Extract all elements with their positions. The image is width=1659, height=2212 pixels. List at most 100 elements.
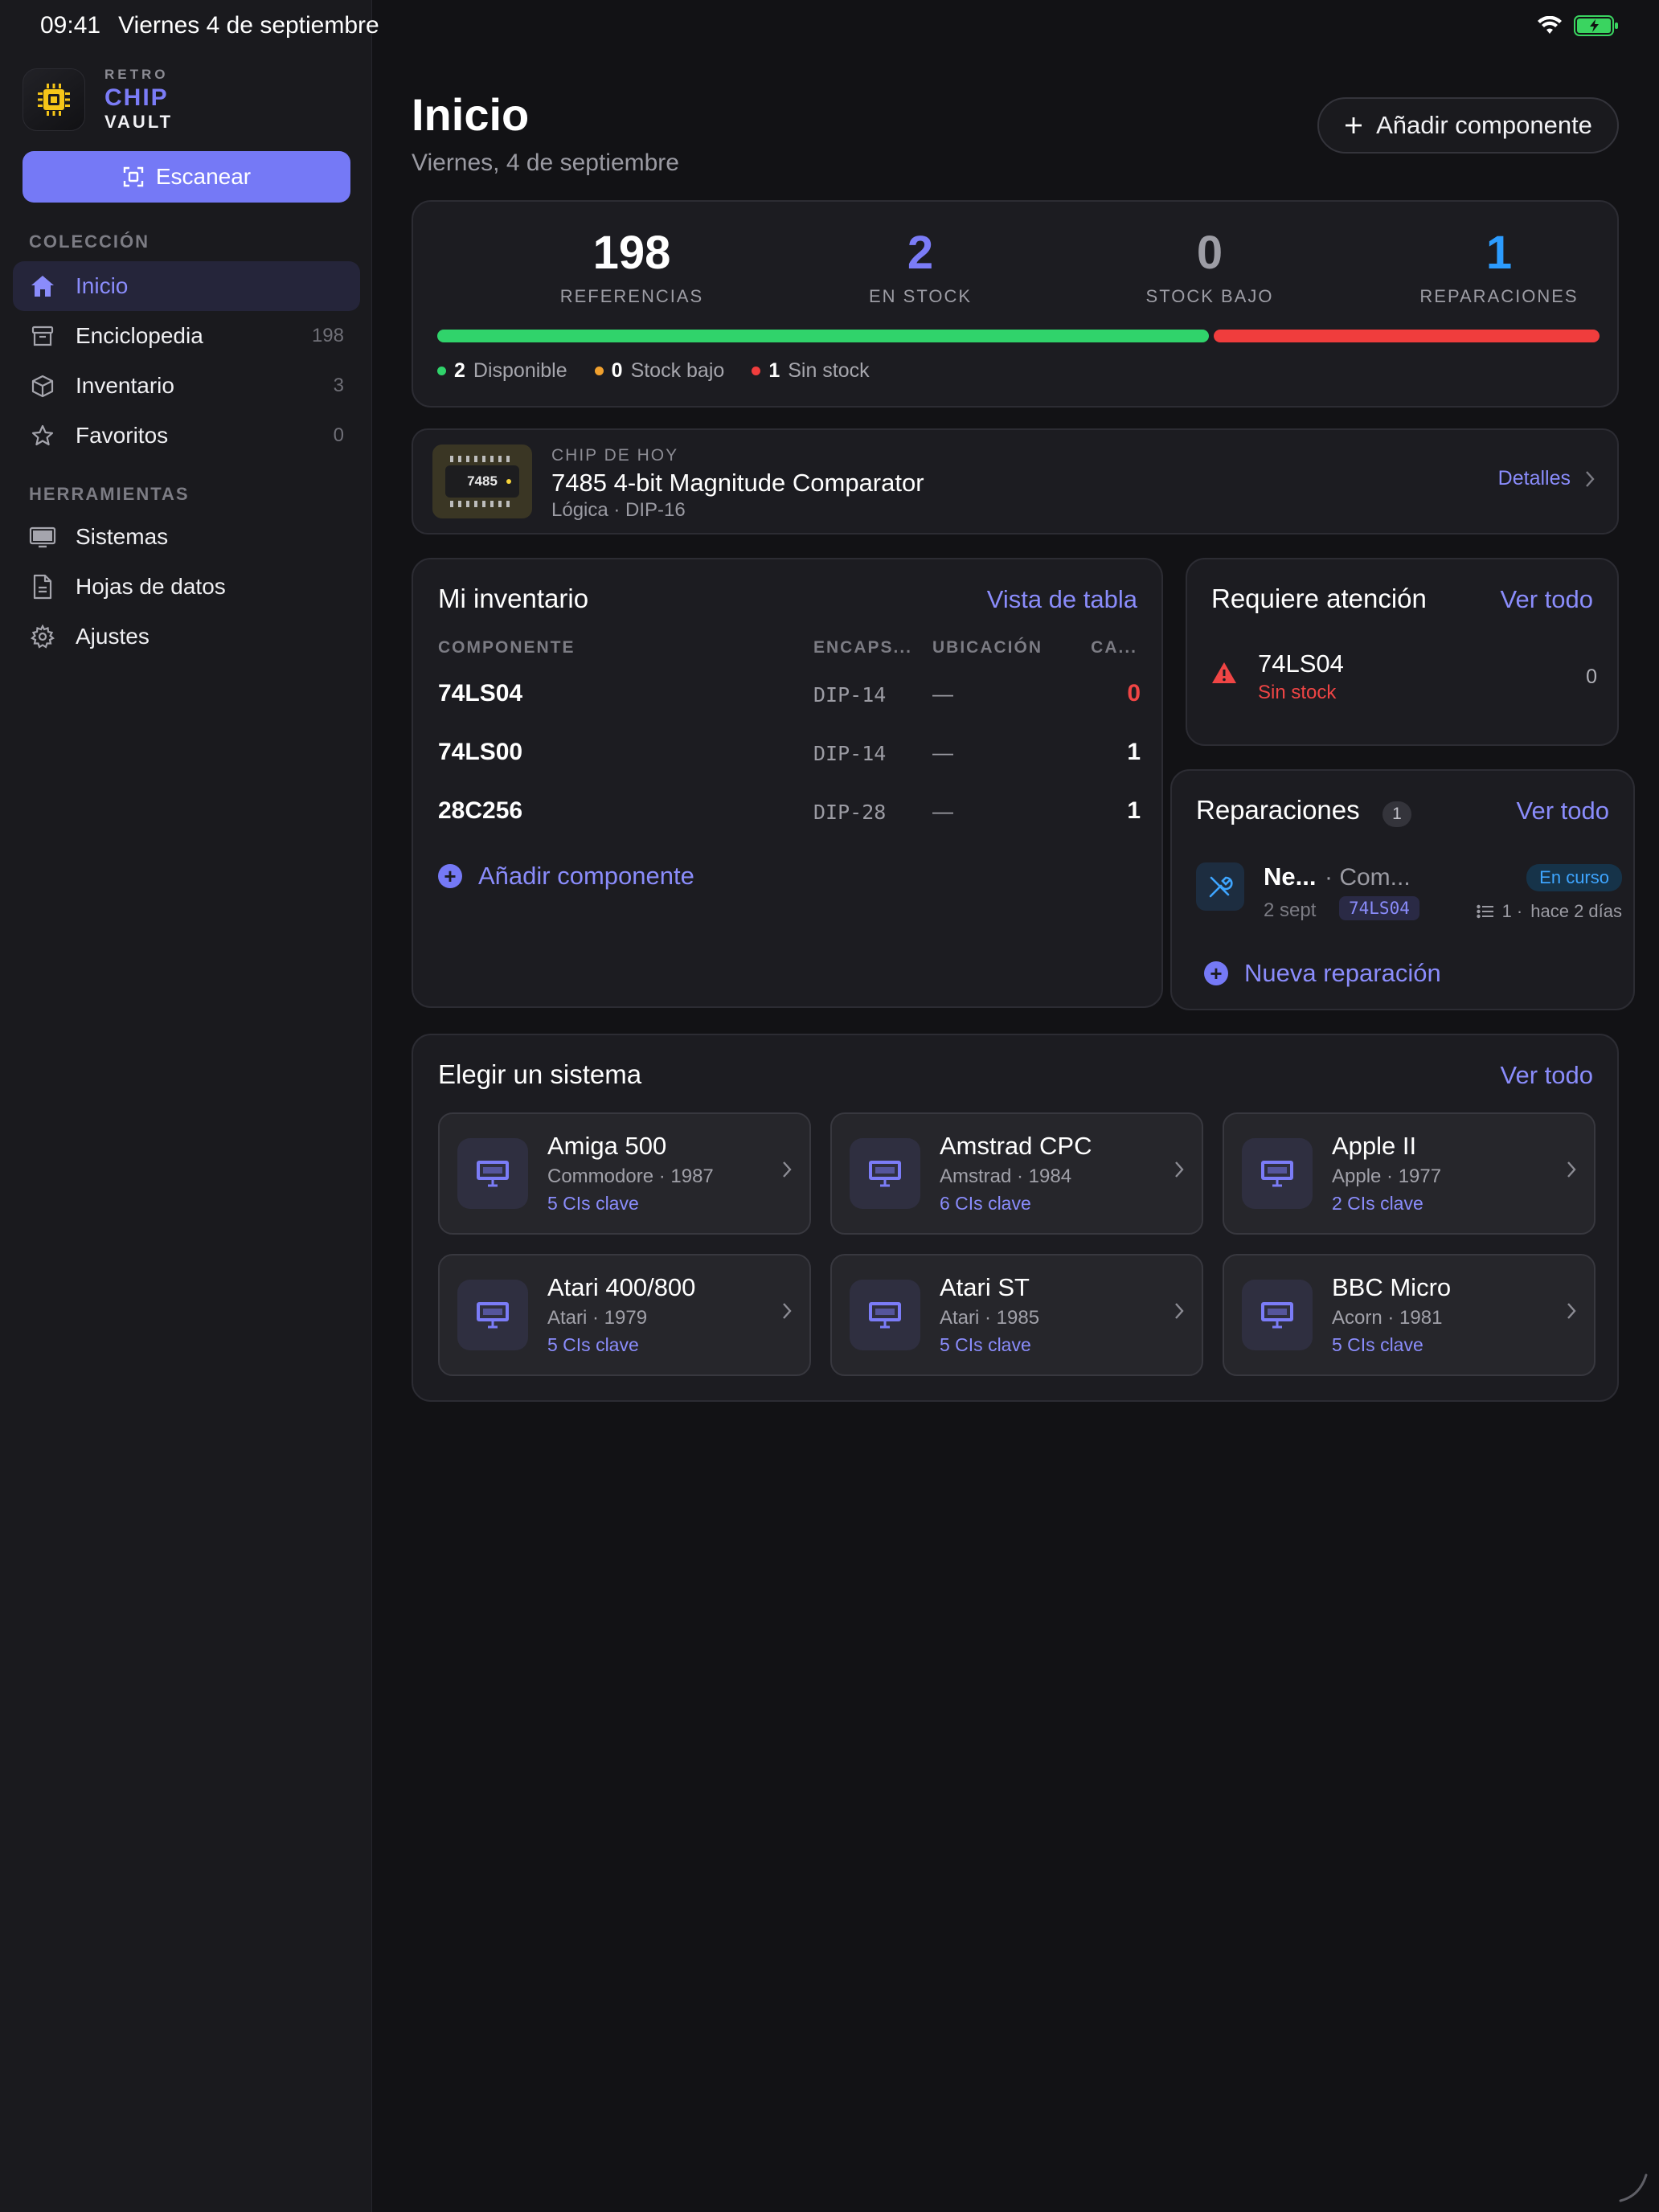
status-bar: 09:41 Viernes 4 de septiembre — [0, 0, 1659, 51]
legend-value: 1 — [768, 359, 780, 382]
add-component-button[interactable]: Añadir componente — [1317, 97, 1619, 154]
chip-of-day-title: 7485 4-bit Magnitude Comparator — [551, 469, 924, 497]
new-repair-link[interactable]: + Nueva reparación — [1204, 959, 1441, 988]
sidebar-item-favoritos[interactable]: Favoritos 0 — [13, 411, 360, 461]
table-view-link[interactable]: Vista de tabla — [987, 585, 1137, 614]
warning-icon — [1212, 662, 1236, 683]
system-key-chips: 2 CIs clave — [1332, 1193, 1423, 1214]
repairs-count-badge: 1 — [1382, 801, 1411, 827]
component-package: DIP-14 — [813, 742, 887, 765]
brand[interactable]: RETRO CHIP VAULT — [23, 68, 173, 131]
system-key-chips: 5 CIs clave — [940, 1334, 1031, 1355]
sidebar-item-label: Inicio — [76, 273, 129, 298]
stock-bar-available — [437, 330, 1209, 342]
column-header-location[interactable]: UBICACIÓN — [932, 638, 1043, 657]
system-maker: Amstrad · 1984 — [940, 1165, 1072, 1187]
list-icon — [1476, 904, 1493, 919]
repairs-card: Reparaciones 1 Ver todo Ne... · Com... 2… — [1170, 769, 1635, 1010]
plus-circle-icon: + — [438, 864, 462, 888]
system-name: Apple II — [1332, 1132, 1417, 1160]
repair-status-badge: En curso — [1526, 864, 1622, 891]
stat-references[interactable]: 198 REFERENCIAS — [487, 226, 776, 307]
status-date: Viernes 4 de septiembre — [118, 12, 379, 39]
sidebar: RETRO CHIP VAULT Escanear COLECCIÓN Inic… — [0, 0, 372, 2212]
table-row[interactable]: 74LS04 DIP-14 — 0 — [413, 666, 1165, 722]
system-card-atari-st[interactable]: Atari ST Atari · 1985 5 CIs clave — [830, 1254, 1203, 1376]
plus-circle-icon: + — [1204, 961, 1228, 985]
legend-value: 2 — [454, 359, 465, 382]
add-component-link[interactable]: + Añadir componente — [438, 862, 694, 891]
details-link[interactable]: Detalles — [1498, 467, 1595, 490]
systems-see-all-link[interactable]: Ver todo — [1501, 1061, 1593, 1090]
repairs-see-all-link[interactable]: Ver todo — [1517, 797, 1609, 825]
column-header-quantity[interactable]: CA... — [1091, 638, 1137, 657]
stat-value: 0 — [1196, 227, 1223, 279]
repair-item-date: 2 sept — [1264, 899, 1317, 921]
component-location: — — [932, 740, 953, 764]
system-card-amiga-500[interactable]: Amiga 500 Commodore · 1987 5 CIs clave — [438, 1112, 811, 1235]
attention-item-status: Sin stock — [1258, 682, 1337, 703]
system-card-apple-ii[interactable]: Apple II Apple · 1977 2 CIs clave — [1223, 1112, 1596, 1235]
system-card-bbc-micro[interactable]: BBC Micro Acorn · 1981 5 CIs clave — [1223, 1254, 1596, 1376]
gear-icon — [29, 623, 56, 650]
stat-value: 2 — [907, 227, 934, 279]
chip-dot-icon — [506, 479, 511, 484]
chip-logo-icon — [23, 68, 85, 131]
computer-icon — [1242, 1280, 1313, 1350]
sidebar-item-hojas-de-datos[interactable]: Hojas de datos — [13, 562, 360, 612]
component-package: DIP-28 — [813, 801, 887, 824]
brand-line-chip: CHIP — [104, 84, 169, 111]
system-card-atari-400-800[interactable]: Atari 400/800 Atari · 1979 5 CIs clave — [438, 1254, 811, 1376]
system-key-chips: 6 CIs clave — [940, 1193, 1031, 1214]
stat-label: REFERENCIAS — [559, 286, 704, 306]
section-tools-heading: HERRAMIENTAS — [29, 484, 190, 504]
stat-label: EN STOCK — [868, 286, 973, 306]
repairs-title: Reparaciones — [1196, 795, 1360, 825]
systems-card: Elegir un sistema Ver todo Amiga 500 Com… — [412, 1034, 1619, 1402]
attention-item[interactable]: 74LS04 Sin stock 0 — [1211, 649, 1597, 714]
attention-see-all-link[interactable]: Ver todo — [1501, 585, 1593, 614]
archive-icon — [29, 322, 56, 350]
table-row[interactable]: 28C256 DIP-28 — 1 — [413, 783, 1165, 839]
plus-icon — [1346, 117, 1362, 133]
sidebar-item-inventario[interactable]: Inventario 3 — [13, 361, 360, 411]
stat-value: 198 — [592, 227, 671, 279]
column-header-package[interactable]: ENCAPS... — [813, 638, 912, 657]
sidebar-item-ajustes[interactable]: Ajustes — [13, 612, 360, 662]
red-dot-icon — [752, 367, 761, 375]
box-icon — [29, 372, 56, 399]
wrench-screwdriver-icon — [1196, 862, 1244, 911]
system-maker: Atari · 1985 — [940, 1307, 1040, 1329]
chevron-right-icon — [1175, 1303, 1184, 1319]
computer-icon — [457, 1280, 528, 1350]
stat-in-stock[interactable]: 2 EN STOCK — [776, 226, 1065, 307]
sidebar-item-count: 0 — [333, 424, 344, 446]
computer-icon — [850, 1280, 920, 1350]
chevron-right-icon — [1175, 1161, 1184, 1178]
attention-item-quantity: 0 — [1586, 666, 1597, 688]
scan-button[interactable]: Escanear — [23, 151, 350, 203]
column-header-component[interactable]: COMPONENTE — [438, 638, 576, 657]
stat-low-stock[interactable]: 0 STOCK BAJO — [1065, 226, 1354, 307]
star-icon — [29, 422, 56, 449]
orange-dot-icon — [594, 367, 604, 375]
repair-item-name: Ne... — [1264, 862, 1317, 891]
sidebar-item-inicio[interactable]: Inicio — [13, 261, 360, 311]
system-key-chips: 5 CIs clave — [547, 1334, 639, 1355]
resize-handle-icon[interactable] — [1616, 2169, 1651, 2204]
legend-label: Disponible — [473, 359, 567, 382]
sidebar-item-label: Inventario — [76, 373, 174, 398]
green-dot-icon — [437, 367, 446, 375]
system-card-amstrad-cpc[interactable]: Amstrad CPC Amstrad · 1984 6 CIs clave — [830, 1112, 1203, 1235]
stat-repairs[interactable]: 1 REPARACIONES — [1354, 226, 1644, 307]
system-name: Amiga 500 — [547, 1132, 667, 1160]
sidebar-item-label: Sistemas — [76, 524, 169, 549]
chip-of-the-day-card[interactable]: 7485 CHIP DE HOY 7485 4-bit Magnitude Co… — [412, 428, 1619, 535]
sidebar-item-enciclopedia[interactable]: Enciclopedia 198 — [13, 311, 360, 361]
house-icon — [29, 272, 56, 300]
details-label: Detalles — [1497, 467, 1571, 490]
sidebar-item-sistemas[interactable]: Sistemas — [13, 512, 360, 562]
computer-icon — [1242, 1138, 1313, 1209]
sidebar-item-count: 198 — [311, 325, 344, 346]
table-row[interactable]: 74LS00 DIP-14 — 1 — [413, 724, 1165, 780]
